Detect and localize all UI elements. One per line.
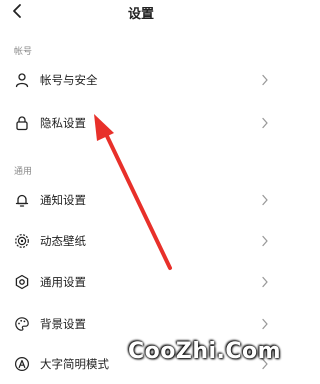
settings-item-label: 帐号与安全 (40, 73, 98, 87)
dynamic-wallpaper-icon (15, 234, 29, 248)
settings-item-label: 通用设置 (40, 275, 86, 289)
chevron-right-icon (262, 74, 268, 86)
settings-item-notifications[interactable]: 通知设置 (0, 180, 282, 220)
settings-item-privacy[interactable]: 隐私设置 (0, 103, 282, 143)
chevron-right-icon (262, 235, 268, 247)
section-label-account: 帐号 (14, 47, 33, 57)
chevron-right-icon (262, 117, 268, 129)
settings-item-label: 通知设置 (40, 193, 86, 207)
chevron-right-icon (262, 318, 268, 330)
chevron-right-icon (262, 194, 268, 206)
section-label-general: 通用 (14, 167, 33, 177)
bell-icon (15, 194, 29, 207)
settings-item-label: 大字简明模式 (40, 357, 109, 371)
settings-item-background[interactable]: 背景设置 (0, 304, 282, 344)
user-icon (15, 73, 29, 88)
lock-icon (16, 116, 28, 131)
settings-item-account-security[interactable]: 帐号与安全 (0, 60, 282, 100)
settings-item-dynamic-wallpaper[interactable]: 动态壁纸 (0, 221, 282, 261)
palette-icon (15, 317, 29, 331)
settings-item-label: 隐私设置 (40, 116, 86, 130)
settings-item-general[interactable]: 通用设置 (0, 262, 282, 302)
page-title: 设置 (127, 7, 154, 22)
top-bar: 设置 (0, 0, 282, 28)
font-size-icon (14, 356, 30, 372)
chevron-right-icon (262, 276, 268, 288)
settings-item-label: 动态壁纸 (40, 234, 86, 248)
settings-item-label: 背景设置 (40, 317, 86, 331)
watermark: CooZhi.Com (128, 339, 282, 364)
gear-icon (15, 274, 29, 290)
